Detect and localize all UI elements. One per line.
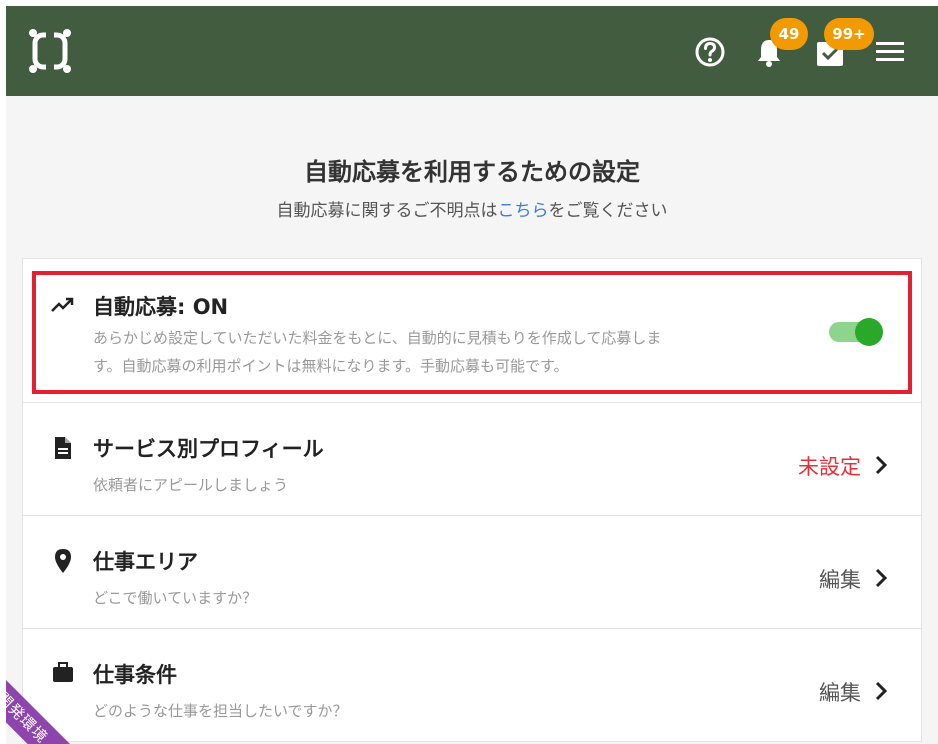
page-subtitle: 自動応募に関するご不明点はこちらをご覧ください [6,196,938,221]
chevron-right-icon[interactable] [871,679,891,703]
service-profile-row[interactable]: サービス別プロフィール 依頼者にアピールしましょう 未設定 [22,403,922,516]
row-description: どのような仕事を担当したいですか？ [93,702,348,720]
work-area-row[interactable]: 仕事エリア どこで働いていますか？ 編集 [22,516,922,629]
help-icon[interactable] [690,32,730,72]
subtitle-prefix: 自動応募に関するご不明点は [276,201,498,221]
row-title: 仕事エリア [93,550,198,574]
document-icon [55,437,71,459]
work-conditions-row[interactable]: 仕事条件 どのような仕事を担当したいですか？ 編集 [22,629,922,742]
auto-apply-title: 自動応募: ON [93,295,229,319]
top-header: 49 99+ [6,6,938,96]
auto-apply-toggle[interactable] [827,318,885,346]
chevron-right-icon[interactable] [871,453,891,477]
app-logo-icon[interactable] [28,28,72,74]
edit-link[interactable]: 編集 [819,564,861,594]
subtitle-suffix: をご覧ください [548,201,668,221]
app-frame: 49 99+ 自動応募を利用するための設定 自動応募に関するご不明点はこちらをご… [6,6,938,744]
row-status[interactable]: 未設定 [798,451,861,481]
briefcase-icon [53,662,73,682]
trending-up-icon [51,297,74,312]
notification-count-badge: 49 [770,18,808,50]
location-pin-icon [55,549,71,573]
chevron-right-icon[interactable] [871,566,891,590]
auto-apply-card: 自動応募: ON あらかじめ設定していただいた料金をもとに、自動的に見積もりを作… [22,258,922,403]
toggle-knob [855,318,883,346]
auto-apply-description-line1: あらかじめ設定していただいた料金をもとに、自動的に見積もりを作成して応募しま [93,329,662,347]
help-link[interactable]: こちら [498,201,549,221]
hamburger-menu-icon[interactable] [870,32,910,72]
row-title: サービス別プロフィール [93,437,324,461]
row-title: 仕事条件 [93,663,177,687]
row-description: 依頼者にアピールしましょう [93,476,289,494]
auto-apply-description-line2: す。自動応募の利用ポイントは無料になります。手動応募も可能です。 [93,357,569,375]
edit-link[interactable]: 編集 [819,677,861,707]
page-title: 自動応募を利用するための設定 [304,158,640,186]
tasks-count-badge: 99+ [824,18,874,50]
row-description: どこで働いていますか？ [93,589,258,607]
